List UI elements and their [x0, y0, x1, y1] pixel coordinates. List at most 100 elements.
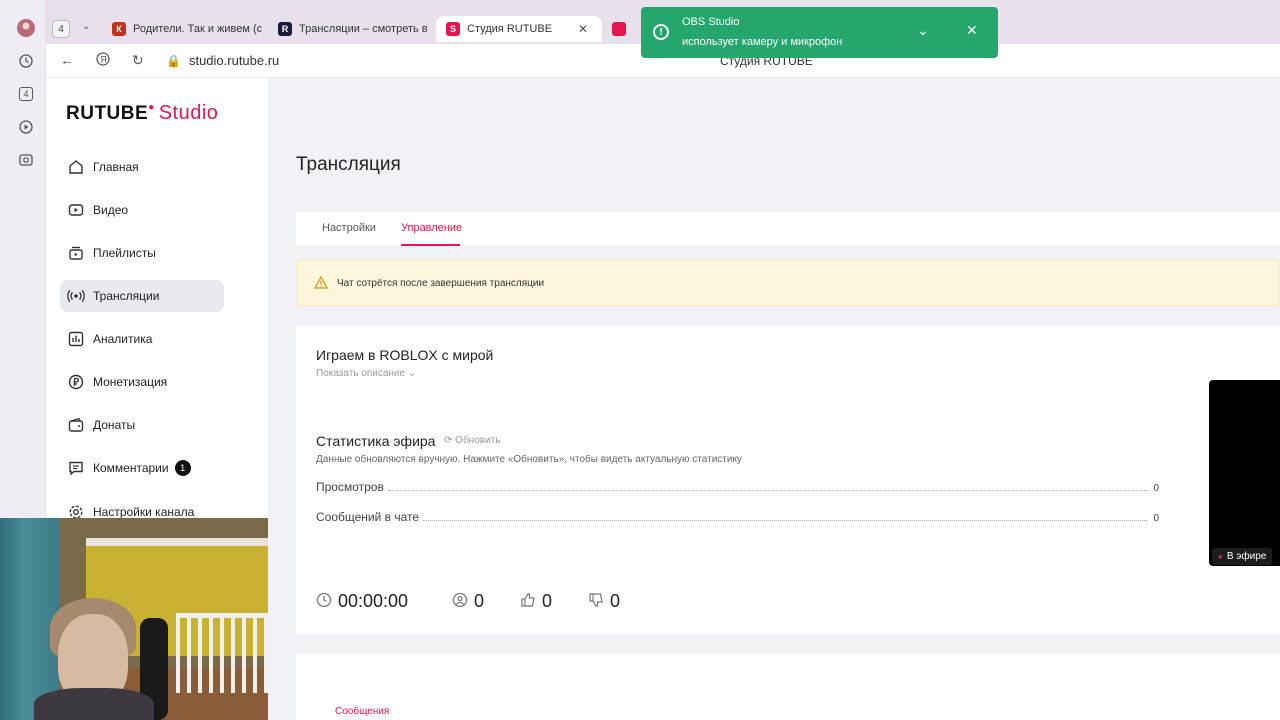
tab-next[interactable] [612, 16, 638, 42]
close-icon[interactable]: ✕ [966, 22, 978, 39]
wallet-icon [67, 416, 85, 434]
viewers-metric: 0 [452, 591, 484, 612]
tab-favicon: К [112, 22, 126, 36]
show-description-link[interactable]: Показать описание ⌄ [316, 368, 416, 379]
webcam-overlay [0, 518, 268, 720]
lock-icon: 🔒 [166, 54, 181, 68]
logo-main: RUTUBE [66, 103, 149, 124]
comments-count-badge: 1 [174, 460, 191, 476]
reload-icon[interactable]: ↻ [132, 52, 144, 69]
dislikes-value: 0 [610, 591, 621, 611]
live-badge: ● В эфире [1212, 548, 1273, 565]
viewer-icon [452, 592, 468, 611]
live-dot-icon: ● [1218, 552, 1223, 561]
screenshot-icon[interactable] [16, 150, 36, 170]
tab-management[interactable]: Управление [401, 222, 462, 234]
dislikes-metric: 0 [588, 591, 620, 612]
refresh-label: Обновить [455, 435, 501, 446]
sidebar-item-label: Видео [93, 203, 129, 217]
yandex-icon[interactable]: Я [96, 52, 110, 69]
stream-title: Играем в ROBLOX с мирой [316, 347, 494, 363]
chat-card [296, 654, 1280, 720]
address-bar[interactable]: 🔒 studio.rutube.ru [166, 53, 279, 68]
stat-value: 0 [1153, 513, 1159, 524]
tab-studio-rutube[interactable]: S Студия RUTUBE ✕ [436, 16, 602, 42]
analytics-icon [67, 330, 85, 348]
tabs-counter-button[interactable]: 4 [16, 84, 36, 104]
playlist-icon [67, 244, 85, 262]
sidebar-item-donations[interactable]: Донаты [60, 409, 224, 441]
sidebar-item-label: Комментарии [93, 461, 169, 475]
warning-icon [313, 275, 329, 292]
dotted-leader [387, 490, 1148, 491]
close-tab-icon[interactable]: ✕ [578, 22, 588, 36]
sidebar-item-analytics[interactable]: Аналитика [60, 323, 224, 355]
page-title: Трансляция [296, 154, 401, 175]
thumbs-up-icon [520, 592, 536, 611]
stream-preview[interactable] [1209, 380, 1280, 566]
video-icon [67, 201, 85, 219]
tab-count-badge[interactable]: 4 [52, 20, 70, 38]
sidebar-item-label: Плейлисты [93, 246, 156, 260]
obs-notification: ! OBS Studio использует камеру и микрофо… [641, 7, 998, 58]
notification-text: использует камеру и микрофон [682, 36, 843, 48]
active-tab-indicator [401, 244, 460, 246]
dotted-leader [423, 520, 1148, 521]
comment-icon [67, 459, 85, 477]
cam-crib [176, 613, 268, 693]
stat-value: 0 [1153, 483, 1159, 494]
sidebar-item-label: Донаты [93, 418, 136, 432]
back-icon[interactable]: ← [60, 52, 74, 68]
sidebar-item-comments[interactable]: Комментарии 1 [60, 452, 224, 484]
chevron-down-icon[interactable]: ⌄ [82, 21, 90, 32]
url-text: studio.rutube.ru [188, 53, 280, 68]
sidebar-item-video[interactable]: Видео [60, 194, 224, 226]
live-label: В эфире [1226, 551, 1267, 562]
tab-label: Родители. Так и живем (с [133, 23, 262, 35]
sidebar-item-broadcasts[interactable]: Трансляции [60, 280, 224, 312]
sidebar-item-home[interactable]: Главная [60, 151, 224, 183]
sidebar-item-playlists[interactable]: Плейлисты [60, 237, 224, 269]
stat-label: Просмотров [316, 480, 384, 494]
logo-studio: Studio [158, 102, 219, 124]
tab-label: Студия RUTUBE [467, 23, 553, 35]
notification-title: OBS Studio [682, 16, 740, 28]
cam-person-body [34, 688, 154, 720]
chat-warning-banner: Чат сотрётся после завершения трансляции [296, 259, 1280, 306]
sidebar-item-label: Главная [93, 160, 139, 174]
chevron-down-icon[interactable]: ⌄ [917, 22, 929, 39]
tab-settings[interactable]: Настройки [322, 222, 376, 234]
stat-row-messages: Сообщений в чате 0 [316, 508, 1159, 524]
stat-row-views: Просмотров 0 [316, 478, 1159, 494]
duration-value: 00:00:00 [338, 591, 409, 611]
profile-avatar[interactable] [16, 18, 36, 38]
viewers-value: 0 [474, 591, 485, 611]
refresh-button[interactable]: ⟳ Обновить [444, 435, 500, 446]
stat-label: Сообщений в чате [316, 510, 420, 524]
sidebar-item-label: Настройки канала [93, 505, 195, 519]
tab-label: Трансляции – смотреть в [299, 23, 428, 35]
chevron-down-icon: ⌄ [407, 368, 417, 379]
clock-icon [316, 592, 332, 611]
thumbs-down-icon [588, 592, 604, 611]
sidebar-item-label: Трансляции [93, 289, 160, 303]
sidebar-item-monetization[interactable]: Монетизация [60, 366, 224, 398]
tab-favicon: R [278, 22, 292, 36]
refresh-icon: ⟳ [444, 435, 453, 446]
tab-roditeli[interactable]: К Родители. Так и живем (с [112, 16, 262, 42]
tab-favicon: S [446, 22, 460, 36]
play-icon[interactable] [16, 117, 36, 137]
tab-messages[interactable]: Сообщения [335, 706, 389, 717]
show-description-text: Показать описание [316, 368, 406, 379]
alert-icon: ! [653, 24, 669, 40]
tab-translyatsii[interactable]: R Трансляции – смотреть в [278, 16, 428, 42]
history-icon[interactable] [16, 51, 36, 71]
sidebar-item-label: Монетизация [93, 375, 168, 389]
svg-text:Я: Я [100, 55, 107, 65]
broadcast-icon [67, 287, 85, 305]
likes-value: 0 [542, 591, 553, 611]
stats-title: Статистика эфира [316, 433, 436, 449]
sidebar-item-label: Аналитика [93, 332, 153, 346]
ruble-icon [67, 373, 85, 391]
rutube-studio-logo[interactable]: RUTUBE● Studio [66, 102, 218, 125]
